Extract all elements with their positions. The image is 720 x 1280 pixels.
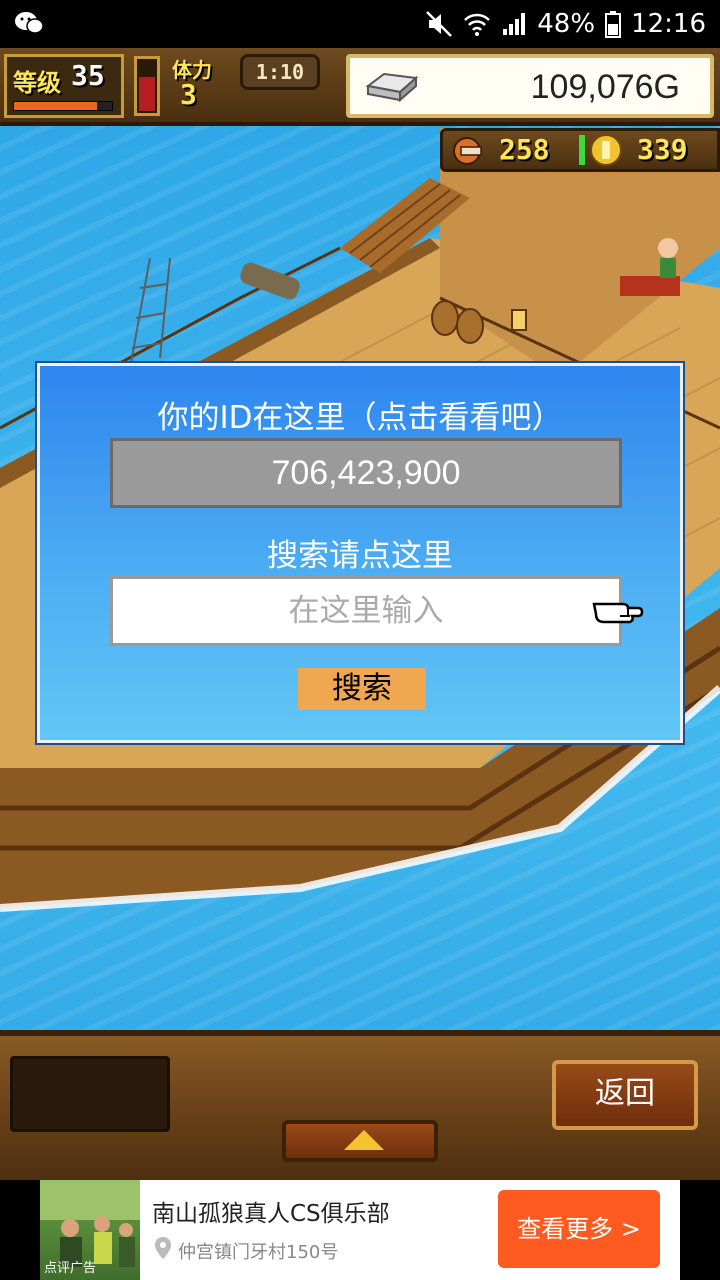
location-pin-icon — [154, 1236, 172, 1264]
game-viewport[interactable]: 等级 35 体力 3 1:10 109,076G 258 339 你的ID在这里… — [0, 48, 720, 1180]
ad-content[interactable]: 点评广告 南山孤狼真人CS俱乐部 仲宫镇门牙村150号 查看更多 > — [40, 1180, 680, 1280]
green-separator — [579, 135, 585, 165]
gold-panel: 109,076G — [346, 54, 714, 118]
level-progress-fill — [14, 102, 98, 110]
level-value: 35 — [71, 59, 105, 92]
mute-icon — [425, 10, 453, 38]
search-button[interactable]: 搜索 — [298, 668, 426, 710]
ad-title[interactable]: 南山孤狼真人CS俱乐部 — [152, 1194, 390, 1228]
medal-icon — [589, 133, 623, 171]
bottom-toolbar: 返回 — [0, 1030, 720, 1180]
back-button[interactable]: 返回 — [552, 1060, 698, 1130]
top-hud: 等级 35 体力 3 1:10 109,076G — [0, 48, 720, 126]
ad-thumbnail[interactable]: 点评广告 — [40, 1180, 140, 1280]
expand-up-button[interactable] — [282, 1120, 438, 1162]
resource-bar: 258 339 — [440, 128, 720, 172]
wifi-icon — [463, 11, 491, 37]
status-bar: 48% 12:16 — [0, 0, 720, 48]
search-input[interactable] — [110, 576, 622, 646]
up-arrow-icon — [344, 1130, 384, 1150]
signal-icon — [501, 11, 527, 37]
resource-1-value: 258 — [499, 133, 550, 166]
search-label: 搜索请点这里 — [267, 538, 453, 574]
level-progress-bar — [13, 101, 113, 111]
resource-2-value: 339 — [637, 133, 688, 166]
ad-thumb-label: 点评广告 — [44, 1261, 97, 1276]
id-search-dialog: 你的ID在这里（点击看看吧） 706,423,900 搜索请点这里 搜索 — [37, 363, 683, 743]
gold-amount: 109,076G — [530, 68, 680, 106]
research-icon — [449, 135, 489, 171]
dialog-title: 你的ID在这里（点击看看吧） — [157, 400, 563, 436]
empty-slot — [10, 1056, 170, 1132]
stamina-gauge — [134, 56, 160, 116]
silver-bar-icon — [364, 68, 420, 108]
level-panel: 等级 35 — [4, 54, 124, 118]
ad-address: 仲宫镇门牙村150号 — [178, 1242, 339, 1263]
wechat-icon — [14, 10, 44, 36]
level-label: 等级 — [13, 69, 61, 97]
ad-banner[interactable]: 点评广告 南山孤狼真人CS俱乐部 仲宫镇门牙村150号 查看更多 > — [0, 1180, 720, 1280]
timer: 1:10 — [240, 54, 320, 90]
ad-view-more-button[interactable]: 查看更多 > — [498, 1190, 660, 1268]
player-id-field[interactable]: 706,423,900 — [110, 438, 622, 508]
clock: 12:16 — [631, 9, 706, 39]
pointing-hand-icon — [592, 592, 644, 632]
stamina-gauge-fill — [139, 77, 155, 111]
battery-icon — [605, 10, 622, 38]
stamina-value: 3 — [180, 78, 197, 111]
battery-percent: 48% — [537, 9, 596, 39]
